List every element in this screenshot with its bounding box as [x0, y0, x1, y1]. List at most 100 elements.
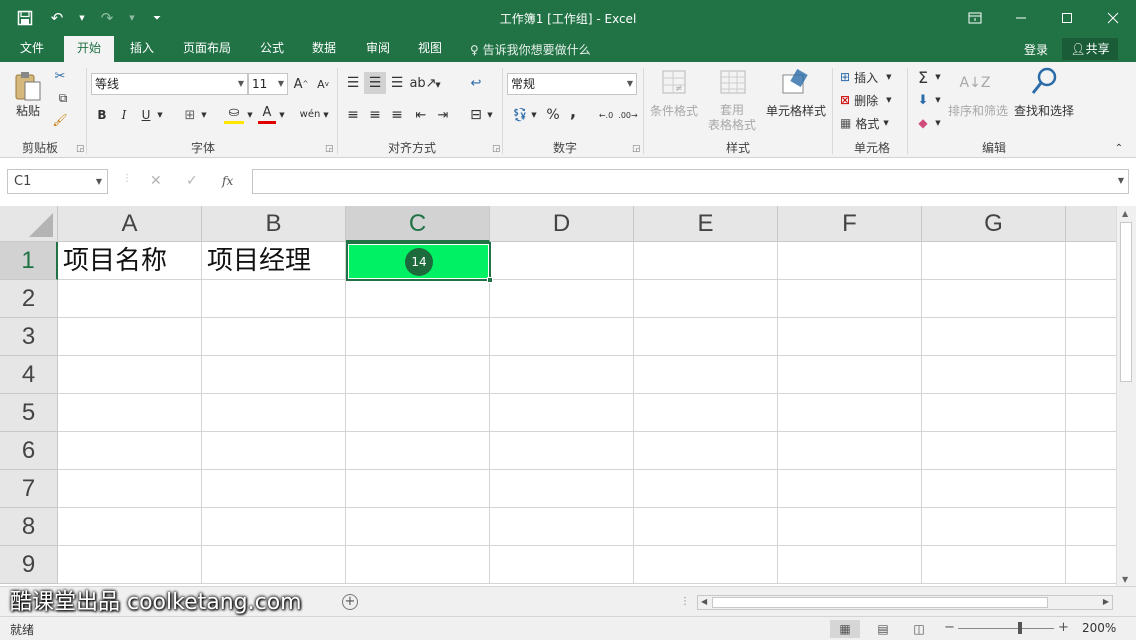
row-header-4[interactable]: 4 — [0, 356, 58, 394]
cell-a3[interactable] — [58, 318, 202, 356]
name-box[interactable]: C1 ▼ — [7, 169, 108, 194]
copy-icon[interactable]: ⧉ — [52, 90, 74, 106]
conditional-format-button[interactable]: 条件格式 — [648, 102, 700, 118]
chevron-down-icon[interactable]: ▼ — [486, 108, 494, 122]
cell-g9[interactable] — [922, 546, 1066, 584]
chevron-down-icon[interactable]: ▼ — [1118, 176, 1124, 185]
merge-center-icon[interactable]: ⊟ — [466, 106, 486, 124]
comma-button[interactable]: , — [566, 102, 580, 121]
cell-g5[interactable] — [922, 394, 1066, 432]
tab-home[interactable]: 开始 — [64, 36, 114, 62]
cell-h9[interactable] — [1066, 546, 1116, 584]
cell-g2[interactable] — [922, 280, 1066, 318]
row-header-1[interactable]: 1 — [0, 242, 58, 280]
scroll-left-icon[interactable]: ◀ — [701, 597, 707, 606]
fill-color-icon[interactable]: ⛀ — [224, 104, 244, 124]
align-left-icon[interactable]: ≡ — [344, 106, 362, 124]
font-color-icon[interactable]: A — [258, 104, 276, 124]
alignment-launcher-icon[interactable]: ◲ — [492, 144, 501, 154]
column-header-f[interactable]: F — [778, 206, 922, 242]
font-name-select[interactable]: 等线 ▼ — [91, 73, 248, 95]
tab-data[interactable]: 数据 — [302, 36, 346, 62]
cell-h3[interactable] — [1066, 318, 1116, 356]
row-header-6[interactable]: 6 — [0, 432, 58, 470]
clear-icon[interactable]: ◆ — [914, 114, 932, 132]
cell-d5[interactable] — [490, 394, 634, 432]
cell-b2[interactable] — [202, 280, 346, 318]
vertical-scroll-thumb[interactable] — [1120, 222, 1132, 382]
select-all-button[interactable] — [0, 206, 58, 242]
format-as-table-line2[interactable]: 表格格式 — [700, 117, 764, 132]
enter-icon[interactable]: ✓ — [186, 173, 198, 189]
share-button[interactable]: 👤︎共享 — [1062, 38, 1118, 60]
scroll-right-icon[interactable]: ▶ — [1103, 597, 1109, 606]
chevron-down-icon[interactable]: ▼ — [322, 108, 330, 122]
cell-b4[interactable] — [202, 356, 346, 394]
find-select-button[interactable]: 查找和选择 — [1012, 102, 1076, 118]
underline-button[interactable]: U — [138, 106, 154, 124]
tab-formulas[interactable]: 公式 — [250, 36, 294, 62]
magnifier-icon[interactable] — [1028, 66, 1060, 98]
vertical-scrollbar[interactable]: ▲ ▼ — [1116, 206, 1136, 586]
cell-e9[interactable] — [634, 546, 778, 584]
cell-h7[interactable] — [1066, 470, 1116, 508]
cell-b3[interactable] — [202, 318, 346, 356]
cell-d6[interactable] — [490, 432, 634, 470]
minimize-icon[interactable] — [998, 0, 1044, 36]
cell-e4[interactable] — [634, 356, 778, 394]
row-header-8[interactable]: 8 — [0, 508, 58, 546]
cell-f6[interactable] — [778, 432, 922, 470]
cell-b6[interactable] — [202, 432, 346, 470]
cell-a7[interactable] — [58, 470, 202, 508]
tab-review[interactable]: 审阅 — [356, 36, 400, 62]
cell-styles-icon[interactable] — [780, 68, 810, 98]
column-header-e[interactable]: E — [634, 206, 778, 242]
cell-b8[interactable] — [202, 508, 346, 546]
cell-f7[interactable] — [778, 470, 922, 508]
worksheet-grid[interactable]: A B C D E F G 1 2 3 4 5 6 7 8 9 项目名称 项目经… — [0, 206, 1116, 586]
cell-d3[interactable] — [490, 318, 634, 356]
italic-button[interactable]: I — [116, 106, 132, 124]
row-header-5[interactable]: 5 — [0, 394, 58, 432]
cell-g1[interactable] — [922, 242, 1066, 280]
tab-file[interactable]: 文件 — [10, 36, 54, 62]
cell-f2[interactable] — [778, 280, 922, 318]
cell-f1[interactable] — [778, 242, 922, 280]
autosum-icon[interactable]: Σ — [914, 68, 932, 87]
column-header-c[interactable]: C — [346, 206, 490, 242]
cell-f3[interactable] — [778, 318, 922, 356]
chevron-down-icon[interactable]: ▼ — [934, 93, 942, 107]
percent-button[interactable]: % — [544, 106, 562, 124]
ribbon-display-icon[interactable] — [952, 0, 998, 36]
cut-icon[interactable]: ✂ — [52, 68, 68, 84]
cell-g4[interactable] — [922, 356, 1066, 394]
restore-icon[interactable] — [1044, 0, 1090, 36]
cell-h2[interactable] — [1066, 280, 1116, 318]
column-header-b[interactable]: B — [202, 206, 346, 242]
cell-d1[interactable] — [490, 242, 634, 280]
tell-me-search[interactable]: ♀ 告诉我你想要做什么 — [470, 41, 591, 58]
cell-g8[interactable] — [922, 508, 1066, 546]
orientation-icon[interactable]: ab↗ — [409, 74, 436, 92]
cell-e8[interactable] — [634, 508, 778, 546]
align-right-icon[interactable]: ≡ — [388, 106, 406, 124]
cell-e6[interactable] — [634, 432, 778, 470]
number-launcher-icon[interactable]: ◲ — [632, 144, 641, 154]
cell-e3[interactable] — [634, 318, 778, 356]
font-size-select[interactable]: 11 ▼ — [248, 73, 288, 95]
tab-page-layout[interactable]: 页面布局 — [172, 36, 242, 62]
cell-a9[interactable] — [58, 546, 202, 584]
cell-a4[interactable] — [58, 356, 202, 394]
chevron-down-icon[interactable]: ▼ — [434, 78, 442, 92]
cell-a8[interactable] — [58, 508, 202, 546]
normal-view-icon[interactable]: ▦ — [830, 620, 860, 638]
wrap-text-icon[interactable]: ↩ — [466, 74, 486, 92]
scroll-up-icon[interactable]: ▲ — [1122, 209, 1128, 218]
column-header-a[interactable]: A — [58, 206, 202, 242]
zoom-out-icon[interactable]: − — [944, 620, 955, 635]
page-layout-view-icon[interactable]: ▤ — [868, 620, 898, 638]
cell-e5[interactable] — [634, 394, 778, 432]
login-link[interactable]: 登录 — [1024, 41, 1048, 58]
cell-h1[interactable] — [1066, 242, 1116, 280]
cell-g3[interactable] — [922, 318, 1066, 356]
